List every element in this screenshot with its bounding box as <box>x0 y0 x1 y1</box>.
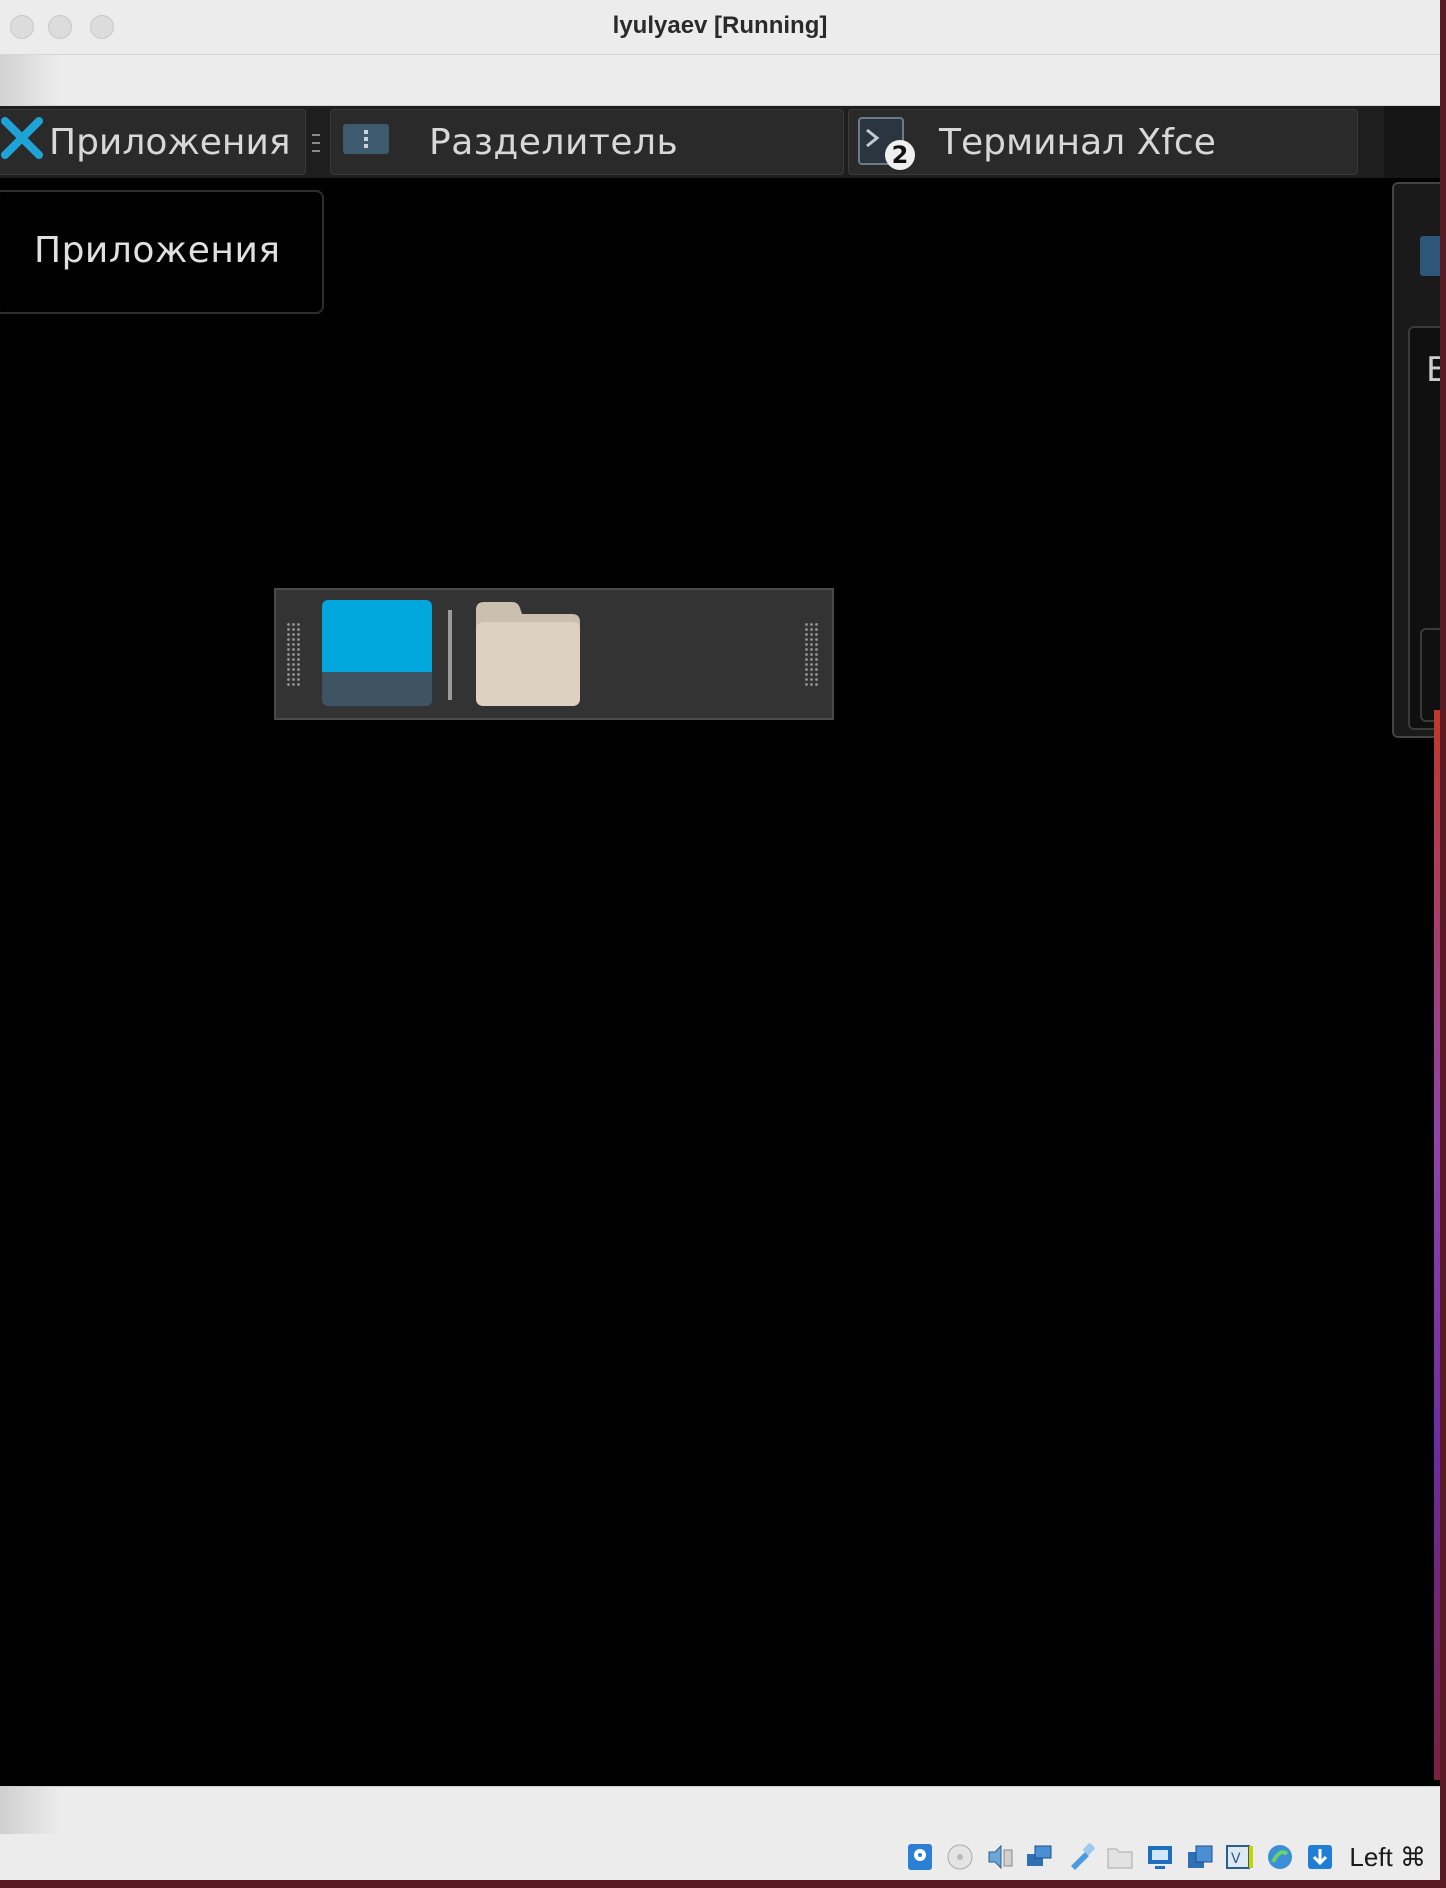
virtualbox-window: lyulyaev [Running] Приложения Разделител… <box>0 0 1440 1880</box>
hard-disk-icon[interactable] <box>903 1840 937 1874</box>
applications-tooltip-label: Приложения <box>34 230 281 271</box>
recording-icon[interactable] <box>1263 1840 1297 1874</box>
show-desktop-icon[interactable] <box>322 600 432 706</box>
desktop-background-edge <box>1434 710 1440 1780</box>
dock-right-handle-icon[interactable] <box>804 622 820 686</box>
separator-icon <box>343 122 389 163</box>
xfce-top-panel: Приложения Разделитель 2 Терминал Xfce <box>0 106 1440 178</box>
usb-icon[interactable] <box>1063 1840 1097 1874</box>
partial-side-window[interactable]: E <box>1392 182 1440 738</box>
svg-text:V: V <box>1231 1851 1241 1867</box>
terminal-taskbar-button[interactable]: 2 Терминал Xfce <box>848 109 1358 175</box>
vrde-icon[interactable]: V <box>1223 1840 1257 1874</box>
side-window-pane: E <box>1408 326 1440 730</box>
optical-drive-icon[interactable] <box>943 1840 977 1874</box>
vm-status-bar: V Left ⌘ <box>0 1834 1440 1880</box>
applications-label: Приложения <box>49 121 291 163</box>
side-window-text: E <box>1426 350 1440 390</box>
separator-taskbar-button[interactable]: Разделитель <box>330 109 844 175</box>
side-window-button[interactable] <box>1420 628 1440 722</box>
vm-screen[interactable]: Приложения Разделитель 2 Терминал Xfce П… <box>0 106 1440 1786</box>
side-window-tab[interactable] <box>1420 236 1440 276</box>
dock-separator <box>448 610 452 700</box>
vm-toolbar-strip <box>0 55 1440 106</box>
panel-grip-icon[interactable] <box>310 132 324 156</box>
network-icon[interactable] <box>1023 1840 1057 1874</box>
host-key-label: Left ⌘ <box>1349 1841 1426 1872</box>
terminal-icon: 2 <box>857 114 917 170</box>
audio-icon[interactable] <box>983 1840 1017 1874</box>
window-title: lyulyaev [Running] <box>612 12 828 39</box>
window-titlebar: lyulyaev [Running] <box>0 0 1440 55</box>
xfce-bottom-dock <box>274 588 834 720</box>
display-icon[interactable] <box>1143 1840 1177 1874</box>
dock-left-handle-icon[interactable] <box>286 622 302 686</box>
terminal-label: Терминал Xfce <box>939 121 1216 163</box>
xfce-logo-icon <box>1 116 43 168</box>
applications-tooltip: Приложения <box>0 190 324 314</box>
window-count-badge: 2 <box>885 140 915 170</box>
vm-bottom-strip <box>0 1786 1440 1836</box>
separator-label: Разделитель <box>429 121 679 163</box>
panel-empty-area <box>1384 106 1440 178</box>
shared-folders-icon[interactable] <box>1103 1840 1137 1874</box>
video-capture-icon[interactable] <box>1183 1840 1217 1874</box>
file-manager-folder-icon[interactable] <box>472 600 582 712</box>
mouse-integration-icon[interactable] <box>1303 1840 1337 1874</box>
applications-menu-button[interactable]: Приложения <box>0 109 306 175</box>
